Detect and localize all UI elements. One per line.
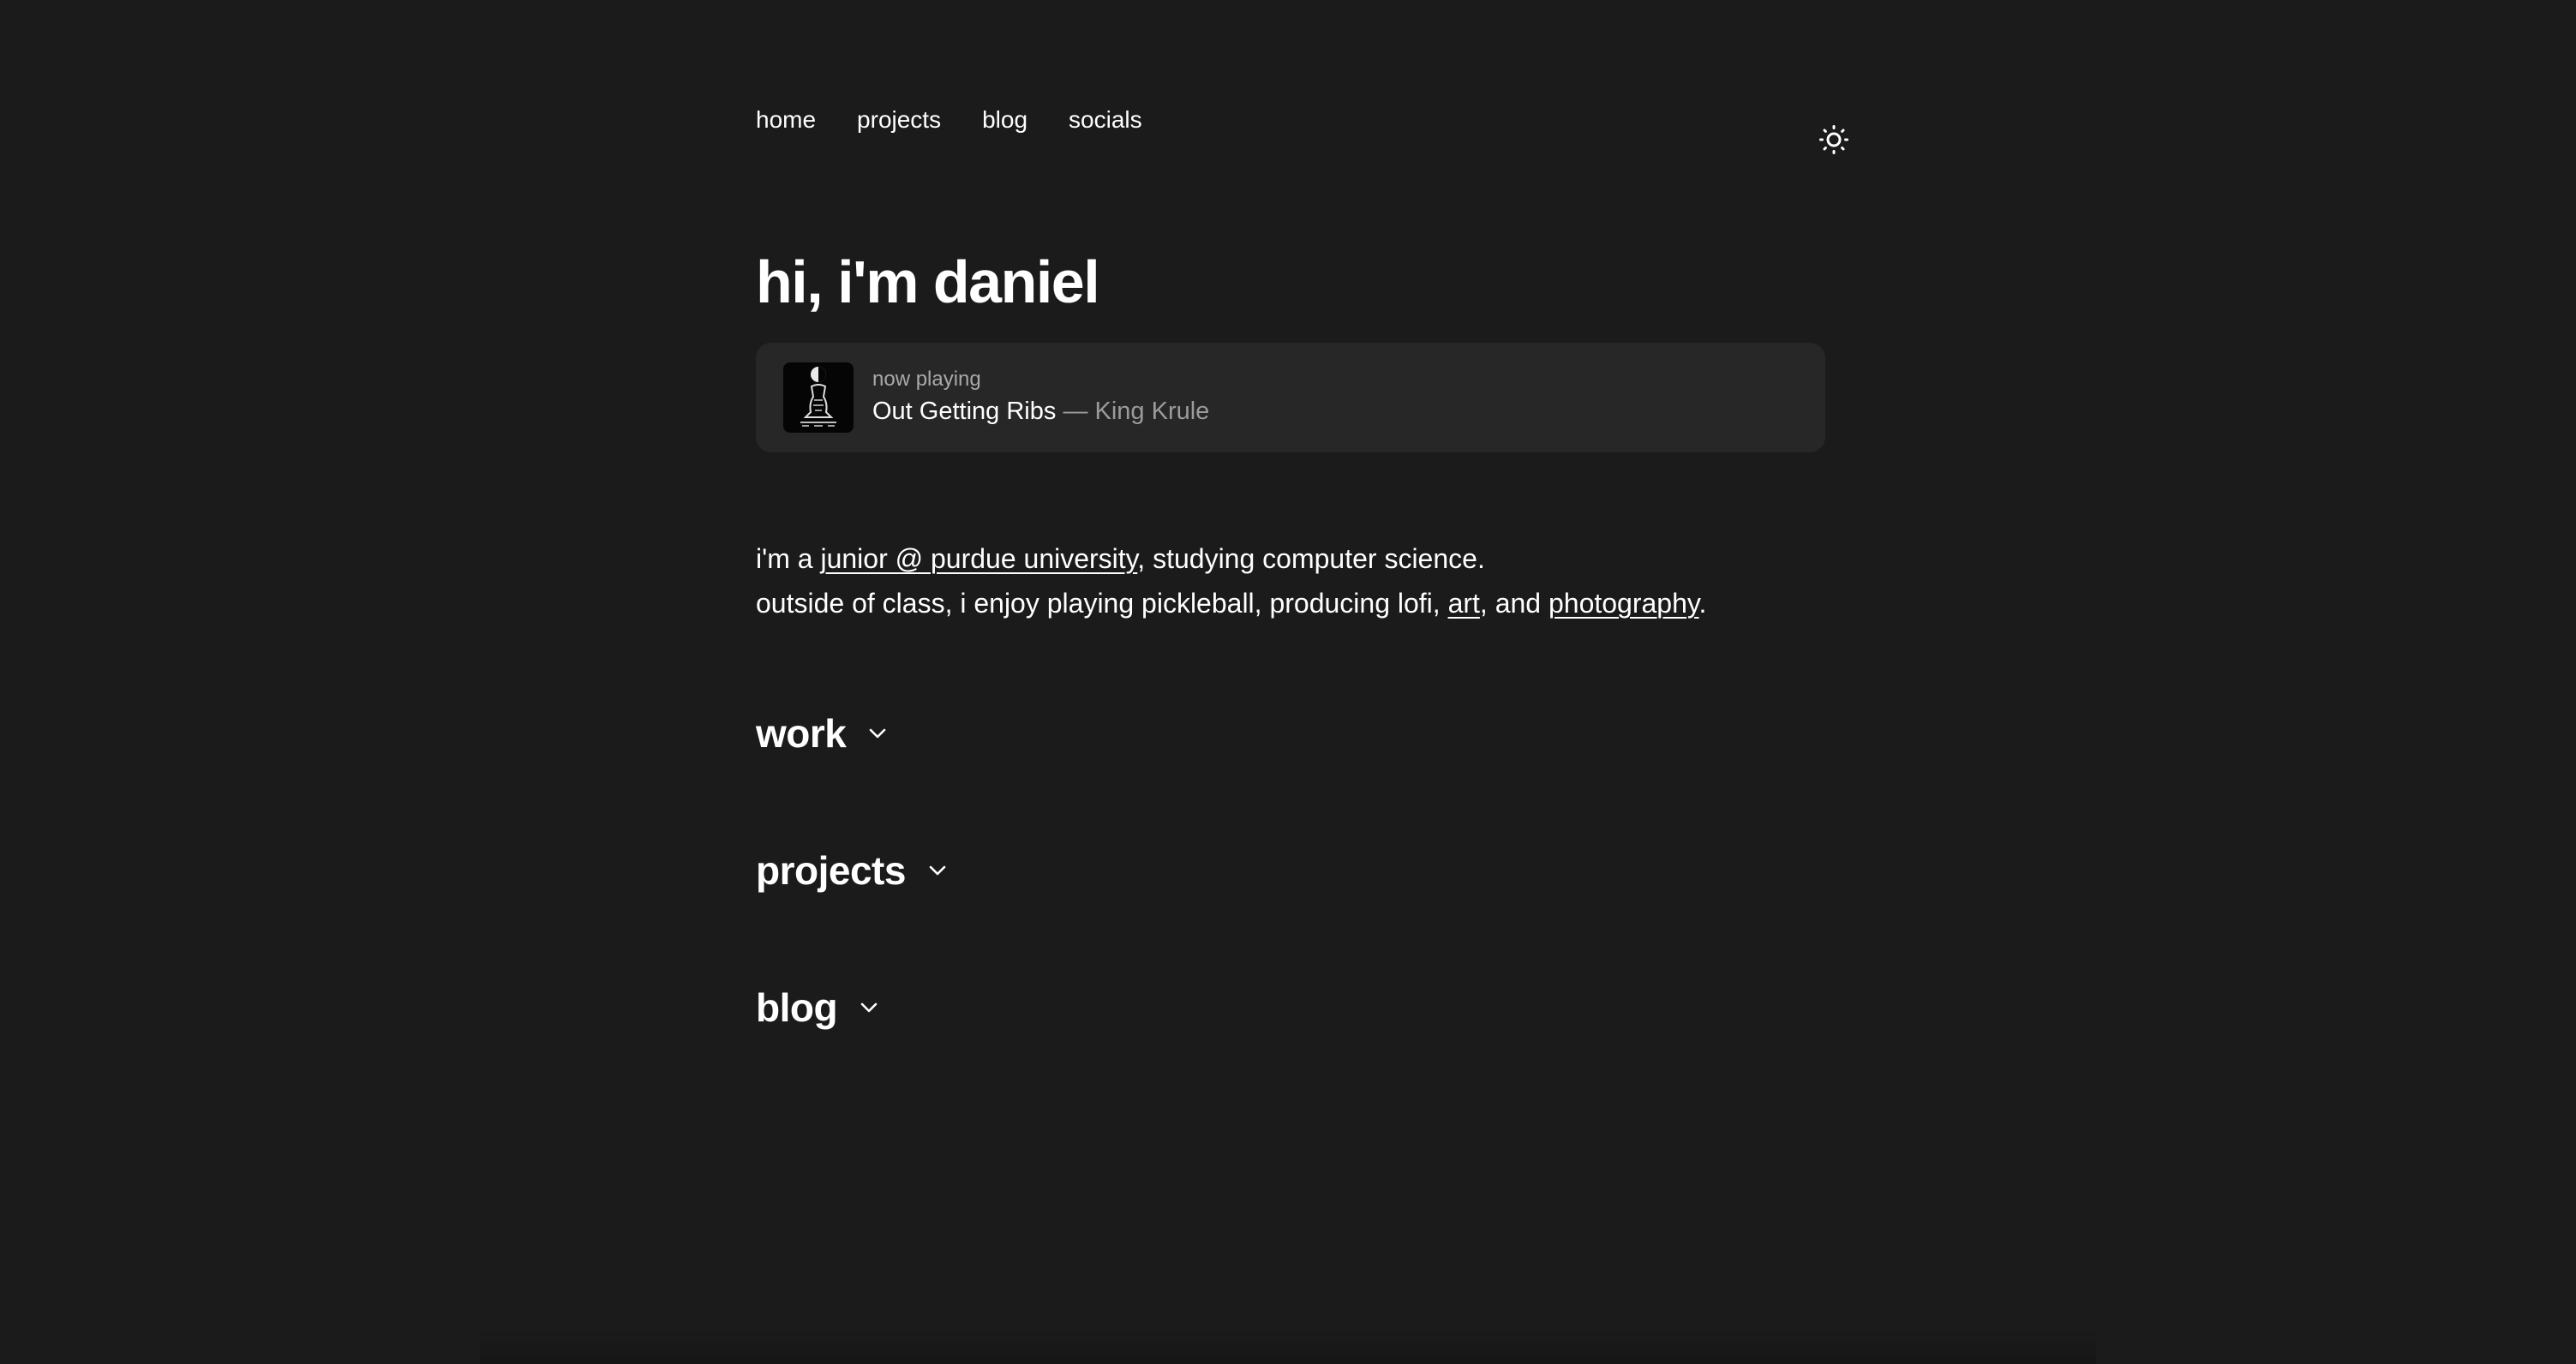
- section-blog-title: blog: [756, 985, 838, 1030]
- bio-line-1-prefix: i'm a: [756, 543, 821, 574]
- art-link[interactable]: art: [1448, 588, 1480, 619]
- section-projects-title: projects: [756, 848, 906, 893]
- chevron-down-icon: [925, 858, 950, 883]
- now-playing-label: now playing: [872, 368, 981, 391]
- now-playing-track: Out Getting Ribs — King Krule: [872, 396, 1209, 427]
- theme-toggle-button[interactable]: [1815, 121, 1853, 159]
- bio-line-1-suffix: , studying computer science.: [1137, 543, 1485, 574]
- bio-line-1: i'm a junior @ purdue university, studyi…: [756, 536, 1706, 581]
- page: home projects blog socials hi, i'm danie…: [0, 0, 2576, 1364]
- photography-link[interactable]: photography: [1549, 588, 1699, 619]
- bio-line-2-middle: , and: [1479, 588, 1549, 619]
- section-blog-toggle[interactable]: blog: [756, 984, 882, 1032]
- section-work-toggle[interactable]: work: [756, 709, 890, 757]
- purdue-link[interactable]: junior @ purdue university: [820, 543, 1137, 574]
- nav-socials-link[interactable]: socials: [1069, 105, 1142, 135]
- section-projects-toggle[interactable]: projects: [756, 847, 950, 894]
- track-separator: —: [1063, 398, 1088, 425]
- bio: i'm a junior @ purdue university, studyi…: [756, 536, 1706, 625]
- chevron-down-icon: [865, 721, 890, 746]
- bio-line-2: outside of class, i enjoy playing pickle…: [756, 581, 1706, 625]
- chevron-down-icon: [856, 995, 882, 1020]
- nav-projects-link[interactable]: projects: [857, 105, 941, 135]
- album-cover: [783, 362, 854, 433]
- bio-line-2-prefix: outside of class, i enjoy playing pickle…: [756, 588, 1448, 619]
- bottom-shade: [480, 1330, 2096, 1364]
- bio-line-2-suffix: .: [1698, 588, 1707, 619]
- artist-name: King Krule: [1094, 398, 1210, 425]
- top-nav: home projects blog socials: [756, 105, 1142, 135]
- song-title: Out Getting Ribs: [872, 398, 1057, 425]
- nav-blog-link[interactable]: blog: [982, 105, 1027, 135]
- section-work-title: work: [756, 711, 847, 756]
- nav-home-link[interactable]: home: [756, 105, 816, 135]
- now-playing-card[interactable]: now playing Out Getting Ribs — King Krul…: [756, 343, 1825, 452]
- sun-icon: [1819, 125, 1848, 154]
- page-title: hi, i'm daniel: [756, 248, 1100, 315]
